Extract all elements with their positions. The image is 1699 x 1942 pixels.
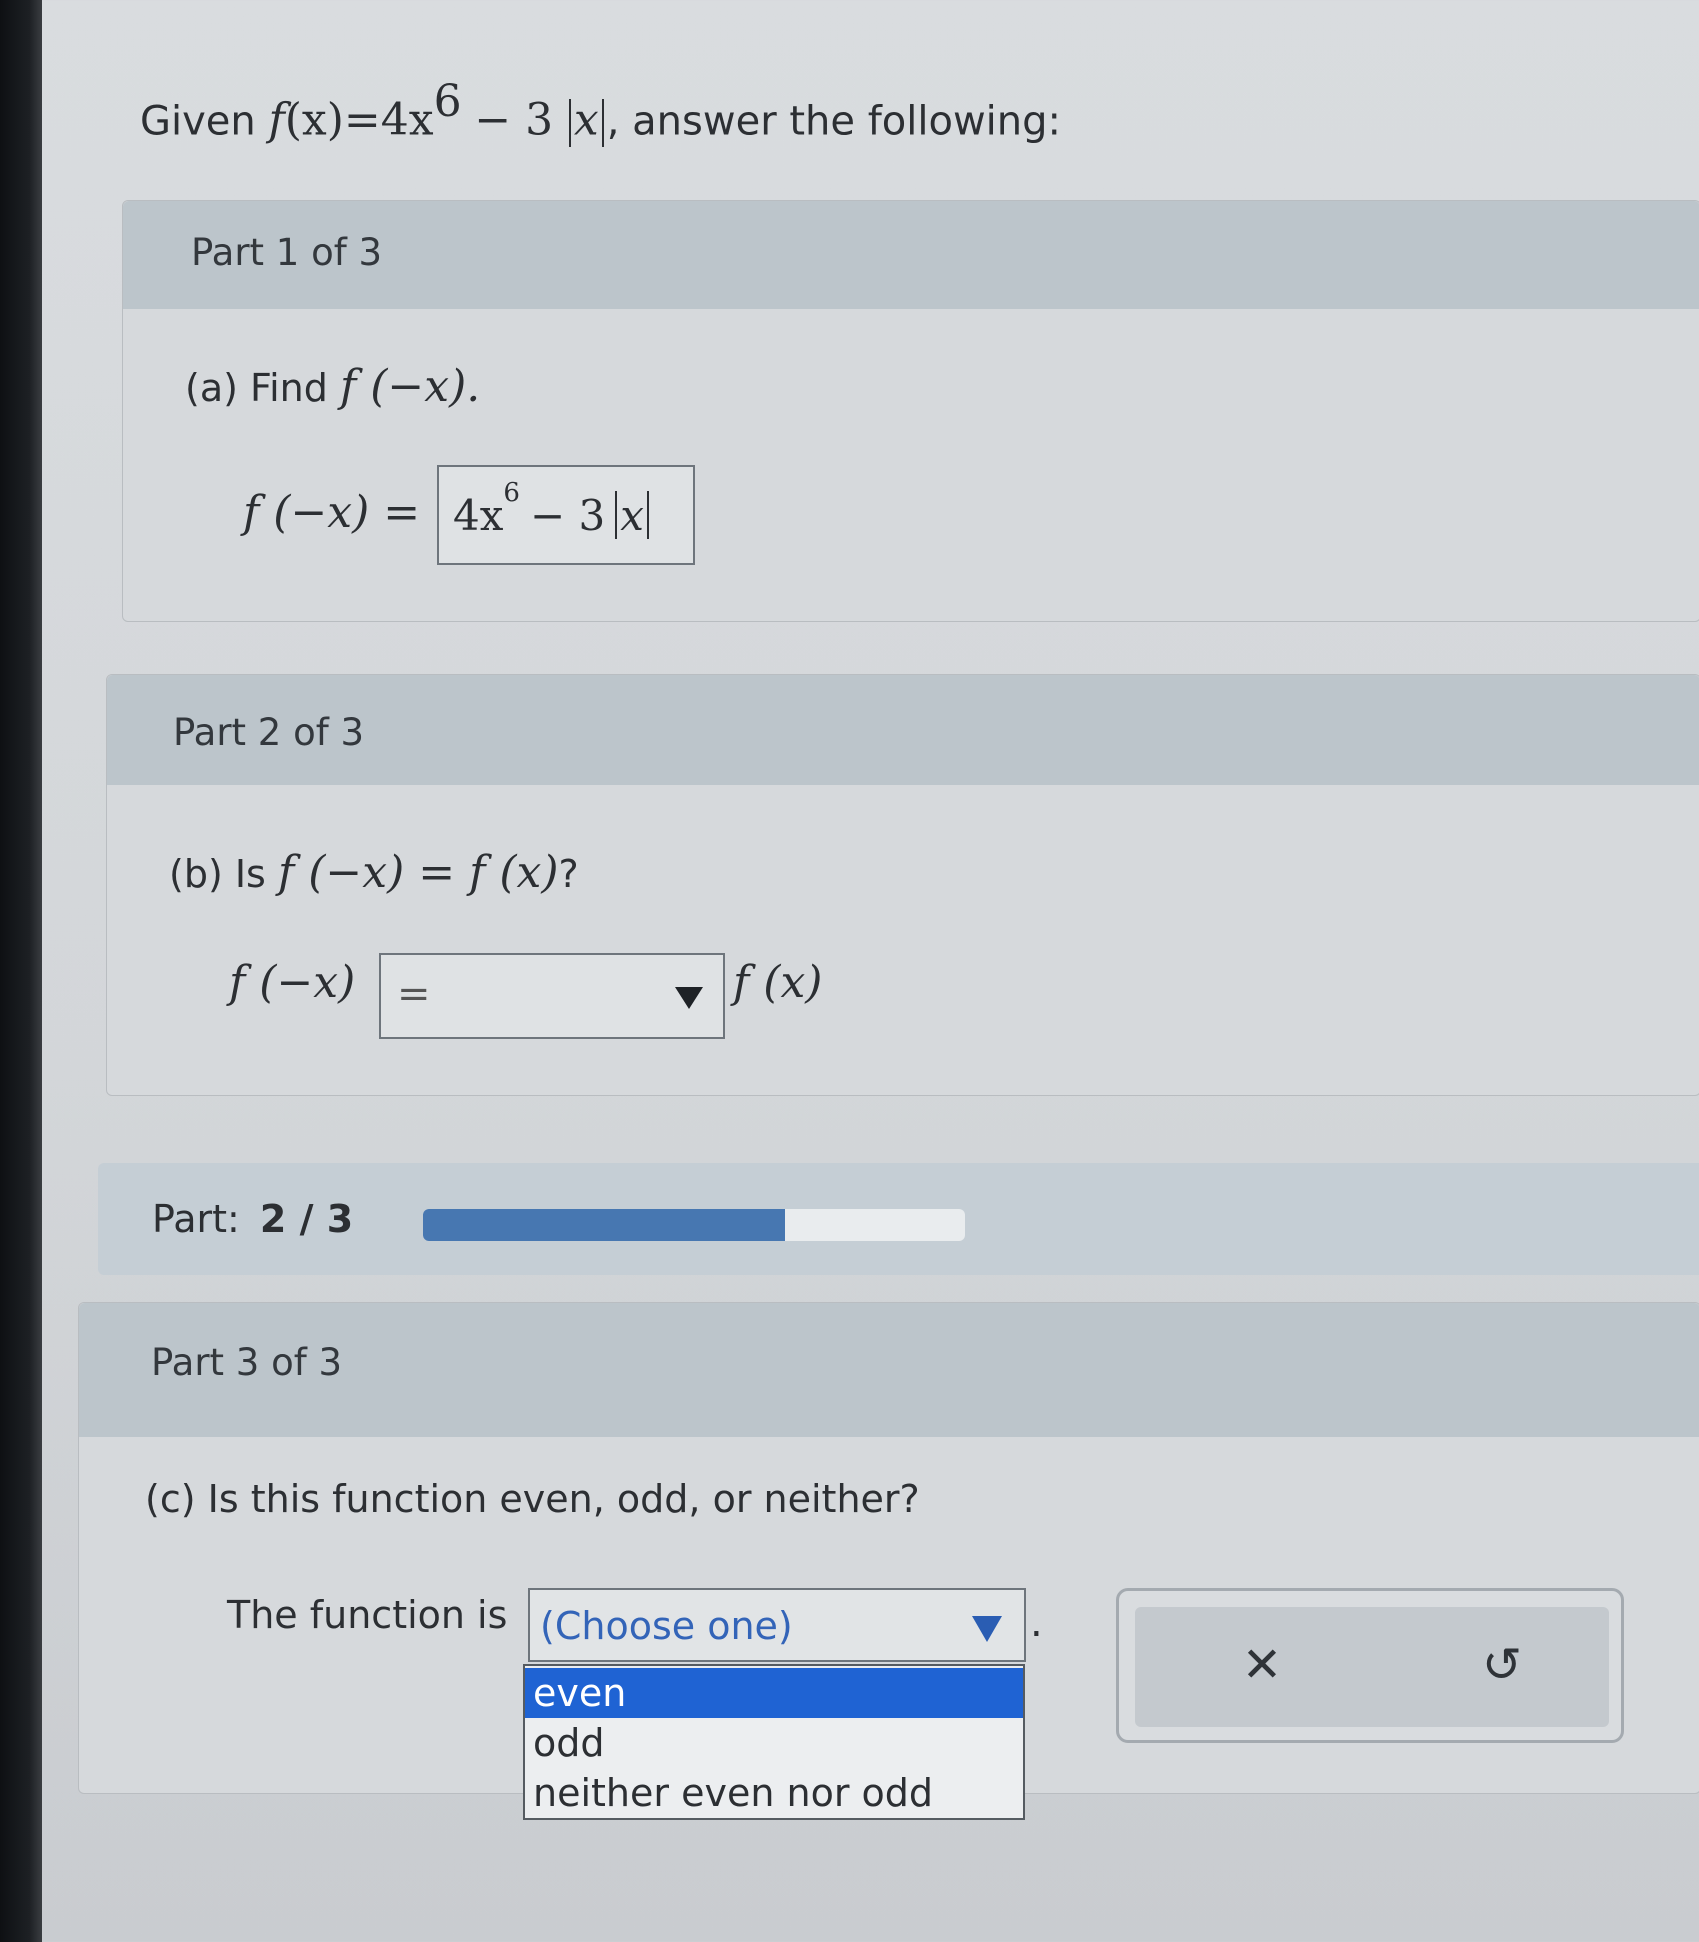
part2-lhs-text: f (−x) [229, 957, 356, 1008]
part1-answer-input[interactable]: 4x 6 − 3 x [437, 465, 695, 565]
part1-title: Part 1 of 3 [191, 231, 383, 274]
part1-prompt: (a) Find f (−x). [185, 361, 480, 412]
question-prefix: Given [140, 98, 256, 145]
question-suffix: , answer the following: [606, 98, 1062, 145]
part1-prompt-math: f (−x). [339, 361, 481, 412]
question-coef: 4x [380, 94, 434, 146]
abs-bar-left [568, 99, 571, 148]
part3-lead: The function is [227, 1593, 508, 1637]
part2-select-value: = [397, 971, 431, 1017]
part2-card: Part 2 of 3 (b) Is f (−x) = f (x)? f (−x… [106, 674, 1699, 1096]
chevron-down-icon [972, 1616, 1002, 1642]
part2-prompt-q: ? [558, 852, 579, 896]
action-panel: ✕ ↺ [1135, 1607, 1609, 1727]
answer-coef: 4x [453, 490, 504, 540]
part3-title: Part 3 of 3 [151, 1341, 343, 1384]
part3-options-list[interactable]: even odd neither even nor odd [523, 1664, 1025, 1820]
part2-prompt-math: f (−x) = f (x) [277, 847, 559, 898]
part2-prompt: (b) Is f (−x) = f (x)? [169, 847, 579, 898]
answer-abs-left [615, 491, 618, 539]
option-neither[interactable]: neither even nor odd [525, 1768, 1023, 1818]
part3-period: . [1030, 1600, 1043, 1646]
answer-minus: − 3 [529, 490, 606, 540]
option-even[interactable]: even [525, 1668, 1023, 1718]
part3-prompt: (c) Is this function even, odd, or neith… [145, 1477, 920, 1521]
part2-rhs: f (x) [733, 957, 822, 1008]
part2-title: Part 2 of 3 [173, 711, 365, 754]
part1-lhs: f (−x) = [243, 487, 420, 538]
progress-fill [423, 1209, 785, 1241]
question-absx: x [573, 94, 599, 146]
screen-bezel [0, 0, 42, 1942]
part1-prompt-label: (a) Find [185, 366, 328, 410]
progress-label: Part: 2 / 3 [152, 1197, 353, 1241]
question-eq: = [343, 94, 381, 146]
progress-bar [423, 1209, 965, 1241]
question-exp: 6 [433, 76, 462, 127]
undo-button[interactable]: ↺ [1467, 1627, 1537, 1703]
x-icon: ✕ [1241, 1637, 1283, 1693]
clear-button[interactable]: ✕ [1227, 1627, 1297, 1703]
part2-relation-select[interactable]: = [379, 953, 725, 1039]
part1-lhs-text: f (−x) = [243, 487, 421, 538]
abs-bar-right [601, 99, 604, 148]
action-buttons: ✕ ↺ [1116, 1588, 1624, 1743]
answer-abs: x [620, 490, 644, 540]
question-arg: (x) [284, 94, 344, 146]
part2-rhs-text: f (x) [733, 957, 823, 1008]
question-minus3: − 3 [474, 94, 554, 146]
part1-card: Part 1 of 3 (a) Find f (−x). f (−x) = 4x… [122, 200, 1699, 622]
chevron-down-icon [675, 987, 703, 1009]
question-text: Given f(x)=4x6 − 3 x, answer the followi… [140, 76, 1062, 148]
option-odd[interactable]: odd [525, 1718, 1023, 1768]
undo-icon: ↺ [1481, 1637, 1523, 1693]
part2-prompt-label: (b) Is [169, 852, 266, 896]
progress-value: 2 / 3 [259, 1197, 354, 1241]
part3-choice-select[interactable]: (Choose one) [528, 1588, 1026, 1662]
part2-lhs: f (−x) [229, 957, 355, 1008]
progress-label-text: Part: [152, 1197, 240, 1241]
answer-abs-right [646, 491, 649, 539]
part3-select-placeholder: (Choose one) [540, 1604, 793, 1648]
answer-exp: 6 [503, 478, 520, 508]
question-f: f [268, 94, 285, 146]
